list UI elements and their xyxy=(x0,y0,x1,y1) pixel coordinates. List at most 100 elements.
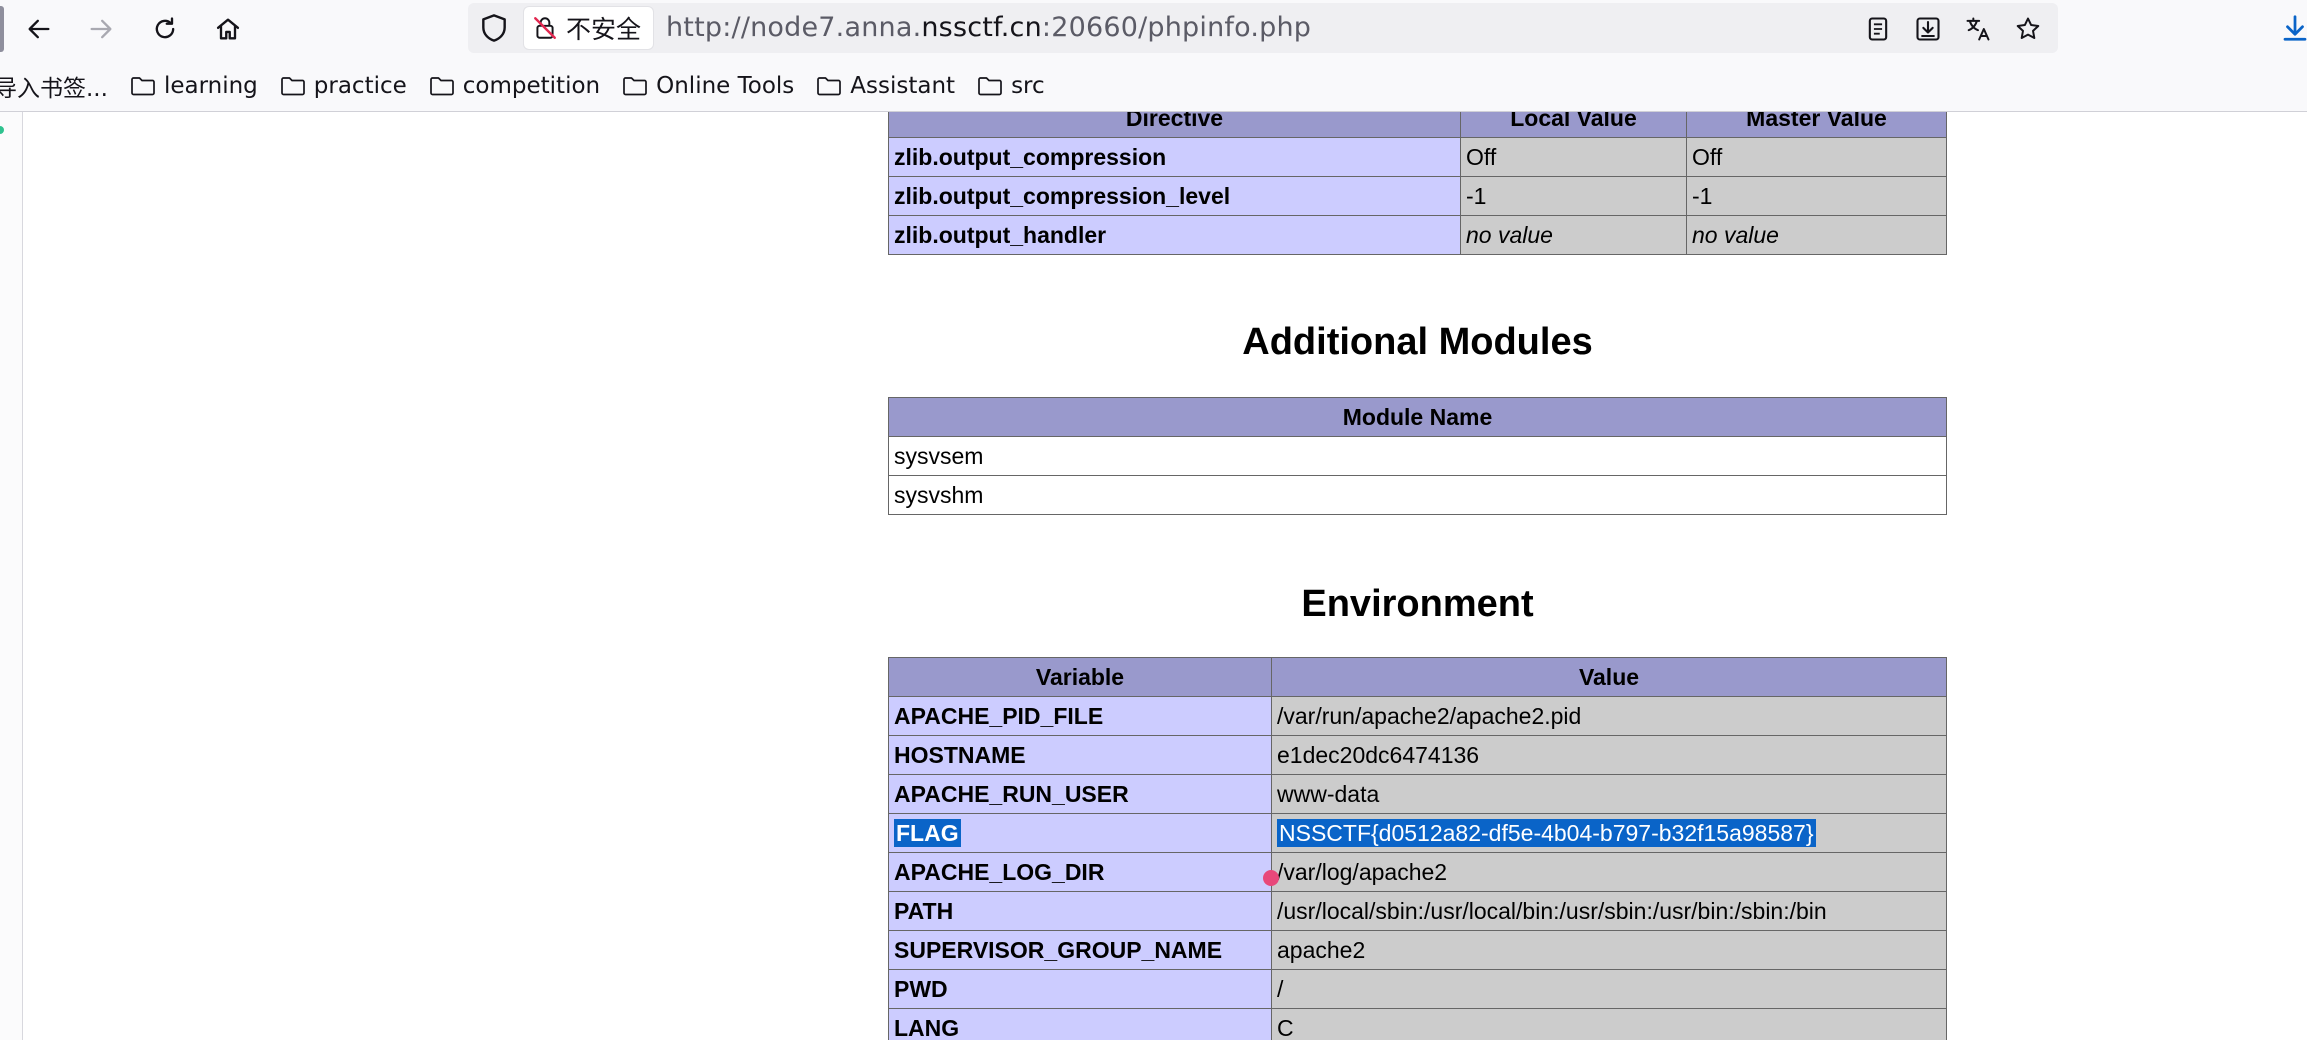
selected-text: FLAG xyxy=(894,818,961,847)
url-host: nssctf.cn xyxy=(921,12,1042,43)
insecure-lock-icon xyxy=(534,17,556,39)
back-button[interactable] xyxy=(18,8,60,50)
table-row: sysvshm xyxy=(888,475,1947,515)
bookmark-item[interactable]: practice xyxy=(280,73,407,99)
variable-value: e1dec20dc6474136 xyxy=(1271,735,1947,775)
directive-name: zlib.output_compression xyxy=(888,137,1461,177)
directive-name: zlib.output_compression_level xyxy=(888,176,1461,216)
url-prefix: http://node7.anna. xyxy=(666,12,922,43)
table-row: APACHE_PID_FILE/var/run/apache2/apache2.… xyxy=(888,696,1947,736)
downloads-icon xyxy=(2283,15,2307,41)
column-header: Value xyxy=(1271,657,1947,697)
home-icon xyxy=(216,18,240,40)
bookmark-label: practice xyxy=(313,73,407,99)
module-name: sysvshm xyxy=(888,475,1947,515)
local-value: -1 xyxy=(1460,176,1687,216)
table-row: FLAG NSSCTF{d0512a82-df5e-4b04-b797-b32f1… xyxy=(888,813,1947,853)
table-row: APACHE_RUN_USER www-data xyxy=(888,774,1947,814)
page-content: Directive Local Value Master Value zlib.… xyxy=(0,112,2307,1040)
sidebar-rail xyxy=(0,112,23,1040)
tab-edge xyxy=(0,6,4,52)
insecure-badge[interactable]: 不安全 xyxy=(524,7,654,49)
url-suffix: :20660/phpinfo.php xyxy=(1041,12,1312,43)
variable-name: APACHE_PID_FILE xyxy=(888,696,1272,736)
variable-name: LANG xyxy=(888,1008,1272,1040)
bookmarks-toolbar: 导入书签... learning practice competition Online… xyxy=(0,62,2307,110)
insecure-label: 不安全 xyxy=(566,15,642,44)
bookmark-item[interactable]: Assistant xyxy=(816,73,955,99)
forward-button[interactable] xyxy=(80,8,122,50)
shield-icon[interactable] xyxy=(478,12,510,44)
back-icon xyxy=(28,19,50,39)
local-value: Off xyxy=(1460,137,1687,177)
variable-name: APACHE_RUN_USER xyxy=(888,774,1272,814)
variable-name: PWD xyxy=(888,969,1272,1009)
table-row: PATH/usr/local/sbin:/usr/local/bin:/usr/… xyxy=(888,891,1947,931)
column-header: Directive xyxy=(888,112,1461,138)
table-row: zlib.output_compression Off Off xyxy=(888,137,1947,177)
bookmark-label: Assistant xyxy=(850,73,956,99)
variable-name: APACHE_LOG_DIR xyxy=(888,852,1272,892)
reader-view-button[interactable] xyxy=(1860,11,1896,47)
bookmark-item[interactable]: 导入书签... xyxy=(0,69,108,103)
column-header: Local Value xyxy=(1460,112,1687,138)
variable-value: www-data xyxy=(1271,774,1947,814)
translate-icon xyxy=(1966,17,1990,41)
table-row: sysvsem xyxy=(888,436,1947,476)
variable-value: /usr/local/sbin:/usr/local/bin:/usr/sbin… xyxy=(1271,891,1947,931)
table-row: LANG C xyxy=(888,1008,1947,1040)
folder-icon xyxy=(978,77,1002,96)
variable-value: C xyxy=(1271,1008,1947,1040)
directive-name: zlib.output_handler xyxy=(888,215,1461,255)
bookmark-label: src xyxy=(1011,73,1045,99)
master-value: -1 xyxy=(1686,176,1947,216)
forward-icon xyxy=(90,19,112,39)
browser-toolbar: 不安全 http://node7.anna.nssctf.cn:20660/ph… xyxy=(0,0,2307,112)
section-title: Additional Modules xyxy=(1242,321,1593,363)
bookmark-item[interactable]: Online Tools xyxy=(622,73,794,99)
mouse-cursor xyxy=(1263,870,1279,886)
bookmark-star-icon xyxy=(2016,17,2040,39)
column-header: Variable xyxy=(888,657,1272,697)
downloads-button[interactable] xyxy=(2280,10,2307,46)
selected-text: NSSCTF{d0512a82-df5e-4b04-b797-b32f15a98… xyxy=(1277,818,1816,847)
folder-icon xyxy=(623,77,647,96)
zlib-table: Directive Local Value Master Value zlib.… xyxy=(888,112,1947,255)
variable-value: / xyxy=(1271,969,1947,1009)
column-header: Master Value xyxy=(1686,112,1947,138)
home-button[interactable] xyxy=(207,8,249,50)
translate-button[interactable] xyxy=(1960,11,1996,47)
bookmark-label: 导入书签... xyxy=(0,76,108,102)
reader-view-icon xyxy=(1868,17,1888,41)
variable-name: HOSTNAME xyxy=(888,735,1272,775)
table-row: zlib.output_compression_level -1 -1 xyxy=(888,176,1947,216)
master-value: Off xyxy=(1686,137,1947,177)
local-value: no value xyxy=(1460,215,1687,255)
master-value: no value xyxy=(1686,215,1947,255)
folder-icon xyxy=(131,77,155,96)
bookmark-star-button[interactable] xyxy=(2010,11,2046,47)
bookmark-label: Online Tools xyxy=(656,73,795,99)
url-text[interactable]: http://node7.anna.nssctf.cn:20660/phpinf… xyxy=(666,12,1311,43)
variable-value: NSSCTF{d0512a82-df5e-4b04-b797-b32f15a98… xyxy=(1271,813,1947,853)
url-bar[interactable]: 不安全 http://node7.anna.nssctf.cn:20660/ph… xyxy=(468,3,2058,53)
folder-icon xyxy=(280,77,305,96)
status-dot xyxy=(0,126,4,134)
variable-value: apache2 xyxy=(1271,930,1947,970)
variable-name: PATH xyxy=(888,891,1272,931)
table-row: HOSTNAME e1dec20dc6474136 xyxy=(888,735,1947,775)
bookmark-item[interactable]: competition xyxy=(429,73,600,99)
environment-table: Variable Value APACHE_PID_FILE/var/run/a… xyxy=(888,657,1947,1040)
table-row: zlib.output_handler no value no value xyxy=(888,215,1947,255)
modules-table: Module Name sysvsem sysvshm xyxy=(888,397,1947,515)
bookmark-label: learning xyxy=(163,73,258,99)
table-row: SUPERVISOR_GROUP_NAME apache2 xyxy=(888,930,1947,970)
bookmark-item[interactable]: src xyxy=(977,73,1045,99)
save-page-button[interactable] xyxy=(1910,11,1946,47)
variable-name: SUPERVISOR_GROUP_NAME xyxy=(888,930,1272,970)
section-title: Environment xyxy=(1301,583,1534,625)
bookmark-item[interactable]: learning xyxy=(130,73,258,99)
variable-name: FLAG xyxy=(888,813,1272,853)
table-row: PWD / xyxy=(888,969,1947,1009)
reload-button[interactable] xyxy=(144,8,186,50)
